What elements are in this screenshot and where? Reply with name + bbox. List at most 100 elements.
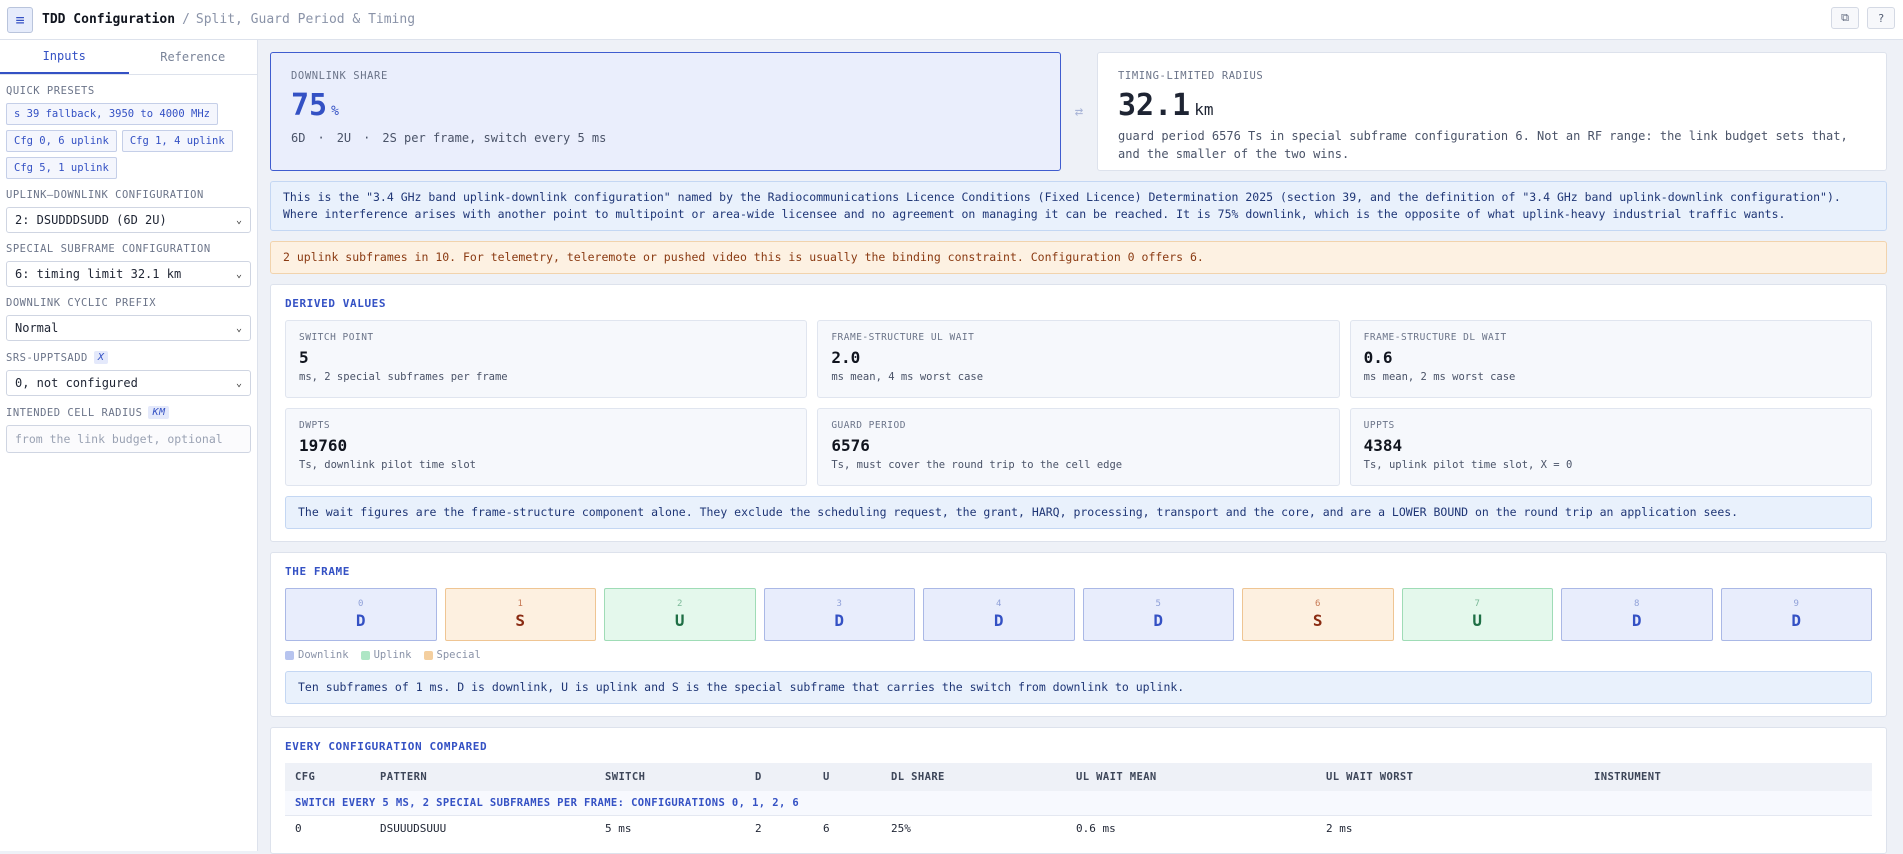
subframe-index: 9: [1793, 599, 1799, 609]
uplink-warning: 2 uplink subframes in 10. For telemetry,…: [270, 241, 1887, 274]
preset-cfg0[interactable]: Cfg 0, 6 uplink: [6, 130, 117, 152]
subframe-index: 8: [1634, 599, 1640, 609]
subframe-type: D: [1153, 611, 1164, 630]
downlink-share-detail: 6D · 2U · 2S per frame, switch every 5 ms: [291, 131, 607, 145]
subframe-type: D: [355, 611, 366, 630]
subframe-index: 4: [996, 599, 1002, 609]
derived-dl-wait: FRAME-STRUCTURE DL WAIT 0.6 ms mean, 2 m…: [1349, 320, 1872, 398]
compare-header-row: CFG PATTERN SWITCH D U DL SHARE UL WAIT …: [285, 763, 1872, 791]
frame-legend: Downlink Uplink Special: [285, 649, 1872, 661]
compare-card: EVERY CONFIGURATION COMPARED CFG PATTERN…: [270, 727, 1887, 854]
copy-icon[interactable]: ⧉: [1831, 7, 1859, 29]
srs-select[interactable]: 0, not configured ⌄: [6, 370, 251, 396]
downlink-share-panel: DOWNLINK SHARE 75% 6D · 2U · 2S per frame, s…: [270, 52, 1061, 171]
cyclic-prefix-select[interactable]: Normal ⌄: [6, 315, 251, 341]
cp-label: DOWNLINK CYCLIC PREFIX: [6, 297, 157, 309]
derived-guard-period: GUARD PERIOD 6576 Ts, must cover the rou…: [817, 408, 1340, 486]
subframe-type: D: [1791, 611, 1802, 630]
radius-label: INTENDED CELL RADIUS KM: [6, 406, 251, 419]
table-row[interactable]: 0 DSUUUDSUUU 5 ms 2 6 25% 0.6 ms 2 ms: [285, 816, 1872, 842]
col-u: U: [813, 763, 881, 791]
legend-uplink: Uplink: [360, 649, 412, 661]
subframe-index: 7: [1474, 599, 1480, 609]
compare-group-row: SWITCH EVERY 5 MS, 2 SPECIAL SUBFRAMES P…: [285, 791, 1872, 816]
uldl-label: UPLINK–DOWNLINK CONFIGURATION: [6, 189, 204, 201]
tab-reference[interactable]: Reference: [129, 40, 258, 74]
swap-icon: ⇄: [1074, 103, 1084, 120]
preset-s39-fallback[interactable]: s 39 fallback, 3950 to 4000 MHz: [6, 103, 218, 125]
srs-label: SRS-UPPTSADD X: [6, 351, 251, 364]
col-cfg: CFG: [285, 763, 370, 791]
special-config-value: 6: timing limit 32.1 km: [15, 267, 182, 281]
subframe-type: D: [993, 611, 1004, 630]
subframe-type: D: [1631, 611, 1642, 630]
menu-icon[interactable]: ≡: [7, 6, 33, 33]
subframe-5: 5D: [1082, 588, 1234, 641]
timing-radius-note: guard period 6576 Ts in special subframe…: [1118, 129, 1848, 161]
top-bar: ≡ TDD Configuration / Split, Guard Perio…: [0, 0, 1903, 40]
srs-value: 0, not configured: [15, 376, 138, 390]
col-ul-wait-mean: UL WAIT MEAN: [1066, 763, 1316, 791]
downlink-share-value: 75%: [291, 88, 339, 123]
subframe-6: 6S: [1242, 588, 1394, 641]
subframe-2: 2U: [604, 588, 756, 641]
subframe-8: 8D: [1561, 588, 1713, 641]
special-label: SPECIAL SUBFRAME CONFIGURATION: [6, 243, 211, 255]
subframe-3: 3D: [763, 588, 915, 641]
wait-footnote: The wait figures are the frame-structure…: [285, 496, 1872, 529]
radius-unit-tag: KM: [148, 406, 170, 419]
preset-list: s 39 fallback, 3950 to 4000 MHz Cfg 0, 6…: [6, 103, 251, 179]
col-dl-share: DL SHARE: [881, 763, 1066, 791]
help-icon[interactable]: ?: [1867, 7, 1895, 29]
presets-label: QUICK PRESETS: [6, 85, 95, 97]
derived-switch-point: SWITCH POINT 5 ms, 2 special subframes p…: [285, 320, 808, 398]
breadcrumb-separator: /: [182, 12, 190, 27]
derived-dwpts: DWPTS 19760 Ts, downlink pilot time slot: [285, 408, 808, 486]
chevron-down-icon: ⌄: [235, 377, 242, 389]
chevron-down-icon: ⌄: [235, 214, 242, 226]
subframe-4: 4D: [923, 588, 1075, 641]
app-title: TDD Configuration: [42, 12, 176, 27]
uldl-config-value: 2: DSUDDDSUDD (6D 2U): [15, 213, 167, 227]
frame-note: Ten subframes of 1 ms. D is downlink, U …: [285, 671, 1872, 704]
derived-values-title: DERIVED VALUES: [285, 297, 387, 310]
preset-cfg1[interactable]: Cfg 1, 4 uplink: [121, 130, 233, 152]
timing-radius-label: TIMING-LIMITED RADIUS: [1118, 70, 1264, 82]
tab-inputs[interactable]: Inputs: [0, 40, 129, 74]
frame-title: THE FRAME: [285, 565, 351, 578]
preset-cfg5[interactable]: Cfg 5, 1 uplink: [6, 157, 117, 179]
compare-title: EVERY CONFIGURATION COMPARED: [285, 740, 488, 753]
subframe-type: U: [674, 611, 685, 630]
subframe-index: 6: [1315, 599, 1321, 609]
chevron-down-icon: ⌄: [235, 268, 242, 280]
subframe-index: 0: [358, 599, 364, 609]
compare-table: CFG PATTERN SWITCH D U DL SHARE UL WAIT …: [285, 763, 1872, 841]
licence-note: This is the "3.4 GHz band uplink-downlin…: [270, 181, 1887, 231]
subframe-1: 1S: [444, 588, 596, 641]
chevron-down-icon: ⌄: [235, 322, 242, 334]
subframe-9: 9D: [1720, 588, 1872, 641]
subframe-index: 1: [517, 599, 523, 609]
sidebar-tabs: Inputs Reference: [0, 40, 257, 75]
subframe-type: S: [515, 611, 526, 630]
legend-special: Special: [423, 649, 481, 661]
uldl-config-select[interactable]: 2: DSUDDDSUDD (6D 2U) ⌄: [6, 207, 251, 233]
frame-card: THE FRAME 0D1S2U3D4D5D6S7U8D9D Downlink …: [270, 552, 1887, 717]
hero-row: DOWNLINK SHARE 75% 6D · 2U · 2S per frame, s…: [270, 52, 1887, 171]
col-ul-wait-worst: UL WAIT WORST: [1316, 763, 1584, 791]
special-config-select[interactable]: 6: timing limit 32.1 km ⌄: [6, 261, 251, 287]
subframe-index: 3: [836, 599, 842, 609]
cell-radius-input[interactable]: from the link budget, optional: [6, 425, 251, 453]
downlink-share-label: DOWNLINK SHARE: [291, 70, 388, 82]
subframe-index: 2: [677, 599, 683, 609]
subframe-type: U: [1472, 611, 1483, 630]
cyclic-prefix-value: Normal: [15, 321, 59, 335]
col-switch: SWITCH: [595, 763, 745, 791]
page-subtitle: Split, Guard Period & Timing: [195, 12, 416, 27]
col-pattern: PATTERN: [370, 763, 595, 791]
main-content: DOWNLINK SHARE 75% 6D · 2U · 2S per frame, s…: [270, 52, 1887, 854]
subframe-type: D: [834, 611, 845, 630]
srs-unit-tag: X: [93, 351, 109, 364]
legend-downlink: Downlink: [285, 649, 349, 661]
derived-ul-wait: FRAME-STRUCTURE UL WAIT 2.0 ms mean, 4 m…: [817, 320, 1340, 398]
